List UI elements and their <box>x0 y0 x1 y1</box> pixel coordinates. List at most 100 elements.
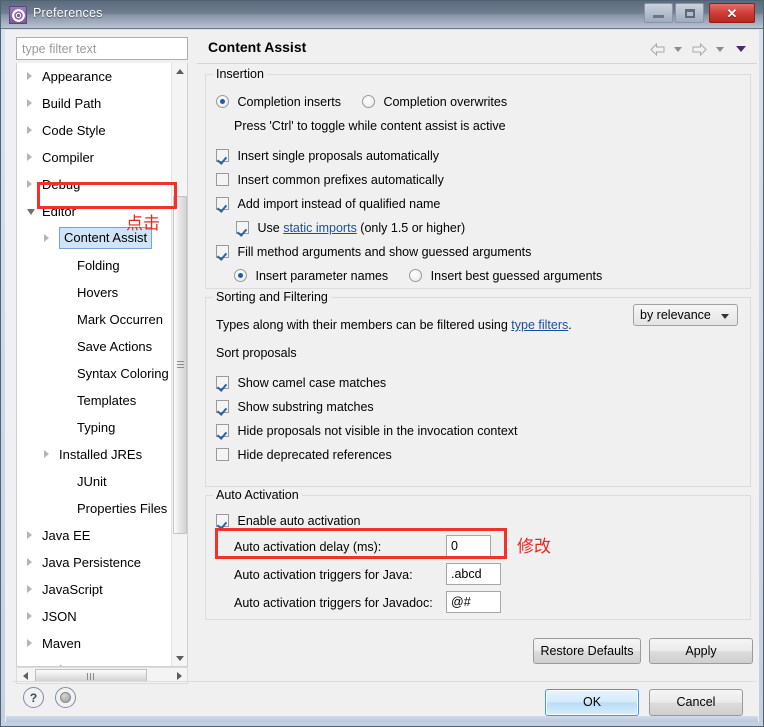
tree-item[interactable]: Mark Occurren <box>17 306 172 333</box>
tree-item[interactable]: Folding <box>17 252 172 279</box>
checkbox-add-import[interactable]: Add import instead of qualified name <box>216 197 440 211</box>
tree-item[interactable]: Mylyn <box>17 657 172 666</box>
gear-icon <box>9 6 27 24</box>
tree-item[interactable]: Hovers <box>17 279 172 306</box>
tree-item[interactable]: Code Style <box>17 117 172 144</box>
tree-item[interactable]: Save Actions <box>17 333 172 360</box>
sorting-group-label: Sorting and Filtering <box>213 290 331 304</box>
chevron-down-icon <box>721 314 729 319</box>
minimize-button[interactable] <box>644 3 673 23</box>
tree-item[interactable]: Build Path <box>17 90 172 117</box>
chevron-right-icon[interactable] <box>44 234 49 242</box>
checkbox-insert-single-proposals[interactable]: Insert single proposals automatically <box>216 149 439 163</box>
tree-item[interactable]: Java Persistence <box>17 549 172 576</box>
type-filters-link[interactable]: type filters <box>511 318 568 332</box>
view-menu-button[interactable] <box>731 39 751 59</box>
auto-activation-java-label: Auto activation triggers for Java: <box>234 568 413 582</box>
radio-insert-parameter-names[interactable]: Insert parameter names <box>234 269 392 283</box>
static-imports-link[interactable]: static imports <box>283 221 357 235</box>
sort-proposals-value: by relevance <box>640 308 711 322</box>
tree-item[interactable]: Maven <box>17 630 172 657</box>
checkbox-use-static-imports[interactable]: Use static imports (only 1.5 or higher) <box>236 221 465 235</box>
minimize-icon <box>653 14 664 18</box>
filter-toggle-icon[interactable] <box>55 687 76 708</box>
auto-activation-delay-input[interactable]: 0 <box>446 535 491 557</box>
tree-item-label: Folding <box>77 258 120 273</box>
tree-item-label: Debug <box>42 177 81 192</box>
tree-item[interactable]: Syntax Coloring <box>17 360 172 387</box>
chevron-right-icon[interactable] <box>44 450 49 458</box>
checkbox-fill-method-arguments[interactable]: Fill method arguments and show guessed a… <box>216 245 531 259</box>
forward-history-menu-button[interactable] <box>710 39 730 59</box>
chevron-right-icon[interactable] <box>27 180 32 188</box>
tree-item[interactable]: Compiler <box>17 144 172 171</box>
chevron-right-icon[interactable] <box>27 585 32 593</box>
back-button[interactable] <box>647 39 667 59</box>
preferences-tree[interactable]: Appearance Build Path Code Style Compiler De… <box>16 63 188 667</box>
chevron-right-icon[interactable] <box>27 558 32 566</box>
window-titlebar[interactable]: Preferences ✕ <box>1 1 763 29</box>
chevron-down-icon[interactable] <box>27 209 35 219</box>
tree-item-label: Mylyn <box>42 657 76 666</box>
chevron-right-icon[interactable] <box>27 639 32 647</box>
tree-item[interactable]: Properties Files Ed <box>17 495 172 522</box>
tree-items-container: Appearance Build Path Code Style Compiler De… <box>17 63 172 666</box>
question-mark-icon[interactable]: ? <box>23 687 44 708</box>
chevron-right-icon[interactable] <box>27 153 32 161</box>
tree-item-label: Typing <box>77 420 116 435</box>
ok-button[interactable]: OK <box>545 689 639 716</box>
checkbox-show-camel-case-matches[interactable]: Show camel case matches <box>216 376 386 390</box>
restore-defaults-button[interactable]: Restore Defaults <box>533 638 641 664</box>
maximize-button[interactable] <box>675 3 704 23</box>
checkbox-indicator <box>216 149 229 162</box>
auto-activation-javadoc-label: Auto activation triggers for Javadoc: <box>234 596 433 610</box>
close-button[interactable]: ✕ <box>709 3 755 23</box>
auto-activation-javadoc-input[interactable]: @# <box>446 591 501 613</box>
checkbox-indicator <box>216 400 229 413</box>
tree-vertical-scrollbar[interactable] <box>171 63 187 666</box>
checkbox-enable-auto-activation[interactable]: Enable auto activation <box>216 514 361 528</box>
checkbox-indicator <box>216 448 229 461</box>
checkbox-insert-common-prefixes[interactable]: Insert common prefixes automatically <box>216 173 444 187</box>
chevron-right-icon[interactable] <box>27 531 32 539</box>
checkbox-hide-not-visible-proposals[interactable]: Hide proposals not visible in the invoca… <box>216 424 518 438</box>
radio-completion-inserts[interactable]: Completion inserts <box>216 95 344 109</box>
tree-item[interactable]: JUnit <box>17 468 172 495</box>
auto-activation-delay-label: Auto activation delay (ms): <box>234 540 382 554</box>
sort-proposals-select[interactable]: by relevance <box>633 304 738 326</box>
checkbox-indicator <box>216 514 229 527</box>
tree-item[interactable]: Templates <box>17 387 172 414</box>
back-arrow-icon <box>649 42 664 56</box>
chevron-down-icon <box>736 46 746 52</box>
tree-item[interactable]: Appearance <box>17 63 172 90</box>
scroll-up-button[interactable] <box>172 63 187 80</box>
click-here-annotation: 点击 <box>126 214 160 234</box>
auto-activation-java-input[interactable]: .abcd <box>446 563 501 585</box>
apply-button[interactable]: Apply <box>649 638 753 664</box>
chevron-right-icon[interactable] <box>27 99 32 107</box>
chevron-right-icon[interactable] <box>27 126 32 134</box>
checkbox-indicator <box>216 197 229 210</box>
search-input[interactable]: type filter text <box>16 37 188 60</box>
radio-completion-overwrites[interactable]: Completion overwrites <box>361 95 507 109</box>
tree-item[interactable]: JavaScript <box>17 576 172 603</box>
back-history-menu-button[interactable] <box>668 39 688 59</box>
scroll-down-button[interactable] <box>172 650 187 666</box>
chevron-right-icon[interactable] <box>27 72 32 80</box>
filter-dot-icon <box>60 692 71 703</box>
tree-item-label: JSON <box>42 609 77 624</box>
radio-insert-best-guessed-arguments[interactable]: Insert best guessed arguments <box>409 269 602 283</box>
radio-indicator <box>409 269 423 282</box>
tree-item[interactable]: JSON <box>17 603 172 630</box>
cancel-button[interactable]: Cancel <box>649 689 743 716</box>
forward-button[interactable] <box>689 39 709 59</box>
page-title: Content Assist <box>208 39 307 55</box>
tree-item[interactable]: Typing <box>17 414 172 441</box>
tree-item[interactable]: Java EE <box>17 522 172 549</box>
checkbox-hide-deprecated-references[interactable]: Hide deprecated references <box>216 448 392 462</box>
checkbox-show-substring-matches[interactable]: Show substring matches <box>216 400 374 414</box>
tree-item[interactable]: Installed JREs <box>17 441 172 468</box>
chevron-right-icon[interactable] <box>27 612 32 620</box>
scrollbar-thumb[interactable] <box>173 196 187 534</box>
tree-item[interactable]: Debug <box>17 171 172 198</box>
